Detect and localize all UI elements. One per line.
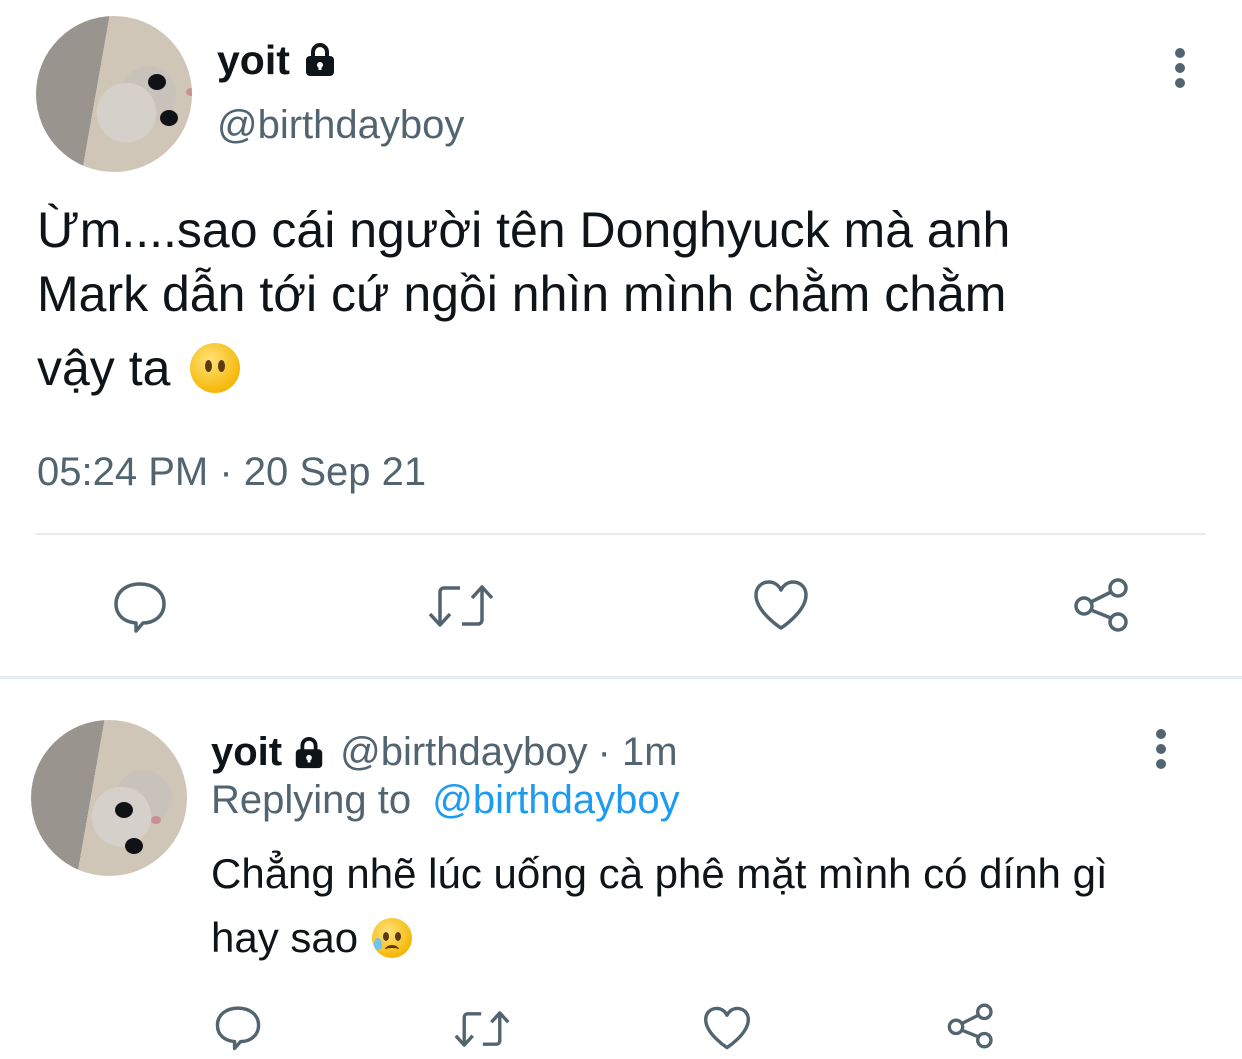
handle[interactable]: @birthdayboy: [217, 103, 464, 148]
retweet-icon: [428, 585, 494, 627]
like-icon: [754, 580, 808, 630]
like-button[interactable]: [702, 1005, 752, 1051]
retweet-button[interactable]: [452, 1007, 512, 1051]
reply-icon: [114, 582, 166, 633]
avatar[interactable]: [31, 720, 187, 876]
tweet-time[interactable]: · 1m: [598, 730, 678, 775]
sad-but-relieved-face-icon: [372, 918, 413, 958]
tweet-text: Chẳng nhẽ lúc uống cà phê mặt mình có dí…: [211, 842, 1108, 970]
share-icon: [1074, 578, 1128, 632]
replying-to-label: Replying to: [211, 778, 412, 822]
display-name[interactable]: yoit: [217, 37, 290, 84]
lock-icon: [292, 735, 326, 769]
retweet-icon: [454, 1011, 510, 1047]
share-button[interactable]: [1072, 576, 1132, 634]
display-name[interactable]: yoit: [211, 730, 282, 775]
more-options-button[interactable]: [1145, 727, 1177, 771]
reply-button[interactable]: [112, 578, 168, 634]
more-options-button[interactable]: [1164, 46, 1196, 90]
like-icon: [704, 1006, 750, 1050]
replying-to-handle[interactable]: @birthdayboy: [432, 778, 679, 822]
handle[interactable]: @birthdayboy: [340, 730, 587, 775]
like-button[interactable]: [752, 578, 810, 632]
tweet-text-line: vậy ta: [37, 340, 171, 396]
lock-icon: [302, 42, 338, 78]
flushed-face-no-mouth-icon: [190, 343, 241, 393]
avatar[interactable]: [36, 16, 192, 172]
share-button[interactable]: [946, 1001, 996, 1051]
tweet-text-line: Mark dẫn tới cứ ngồi nhìn mình chằm chằm: [37, 266, 1007, 322]
tweet-text: Ừm....sao cái người tên Donghyuck mà anh…: [37, 198, 1010, 400]
retweet-button[interactable]: [426, 580, 496, 632]
tweet-text-line: Chẳng nhẽ lúc uống cà phê mặt mình có dí…: [211, 850, 1108, 897]
divider: [36, 533, 1206, 535]
reply-button[interactable]: [214, 1003, 262, 1051]
tweet-timestamp[interactable]: 05:24 PM · 20 Sep 21: [37, 450, 426, 495]
reply-tweet[interactable]: yoit @birthdayboy · 1m Replying to @birt…: [0, 679, 1242, 1059]
tweet-text-line: Ừm....sao cái người tên Donghyuck mà anh: [37, 202, 1011, 258]
tweet-text-line: hay sao: [211, 914, 359, 961]
reply-icon: [215, 1006, 261, 1051]
main-tweet: yoit @birthdayboy Ừm....sao cái người tê…: [0, 0, 1242, 678]
share-icon: [947, 1003, 993, 1049]
